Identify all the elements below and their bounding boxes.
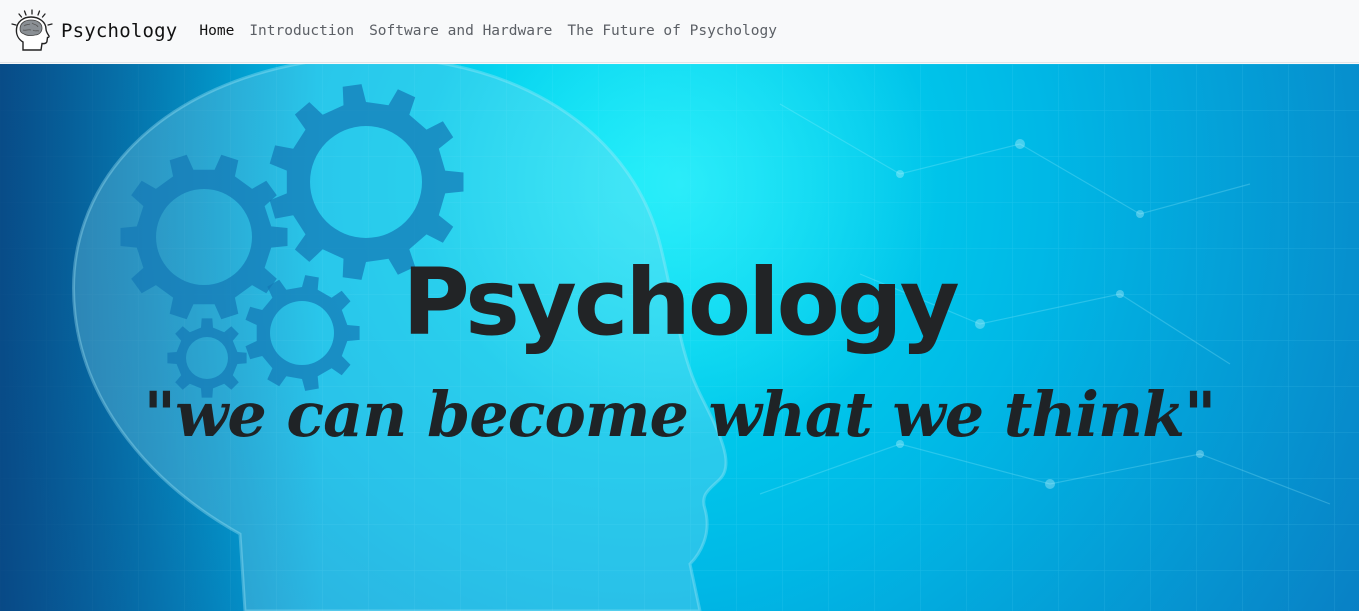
head-gears-icon [11,9,53,51]
brand-link[interactable]: Psychology [10,9,177,53]
nav-links: Home Introduction Software and Hardware … [199,23,792,39]
hero-banner: Psychology "we can become what we think" [0,64,1359,611]
nav-link-software-hardware[interactable]: Software and Hardware [369,23,552,39]
hero-title: Psychology [402,249,959,356]
nav-link-introduction[interactable]: Introduction [249,23,354,39]
hero-quote: "we can become what we think" [143,378,1217,451]
nav-link-home[interactable]: Home [199,23,234,39]
navbar: Psychology Home Introduction Software an… [0,0,1359,63]
brand-name: Psychology [61,20,178,42]
nav-link-future-of-psychology[interactable]: The Future of Psychology [567,23,777,39]
